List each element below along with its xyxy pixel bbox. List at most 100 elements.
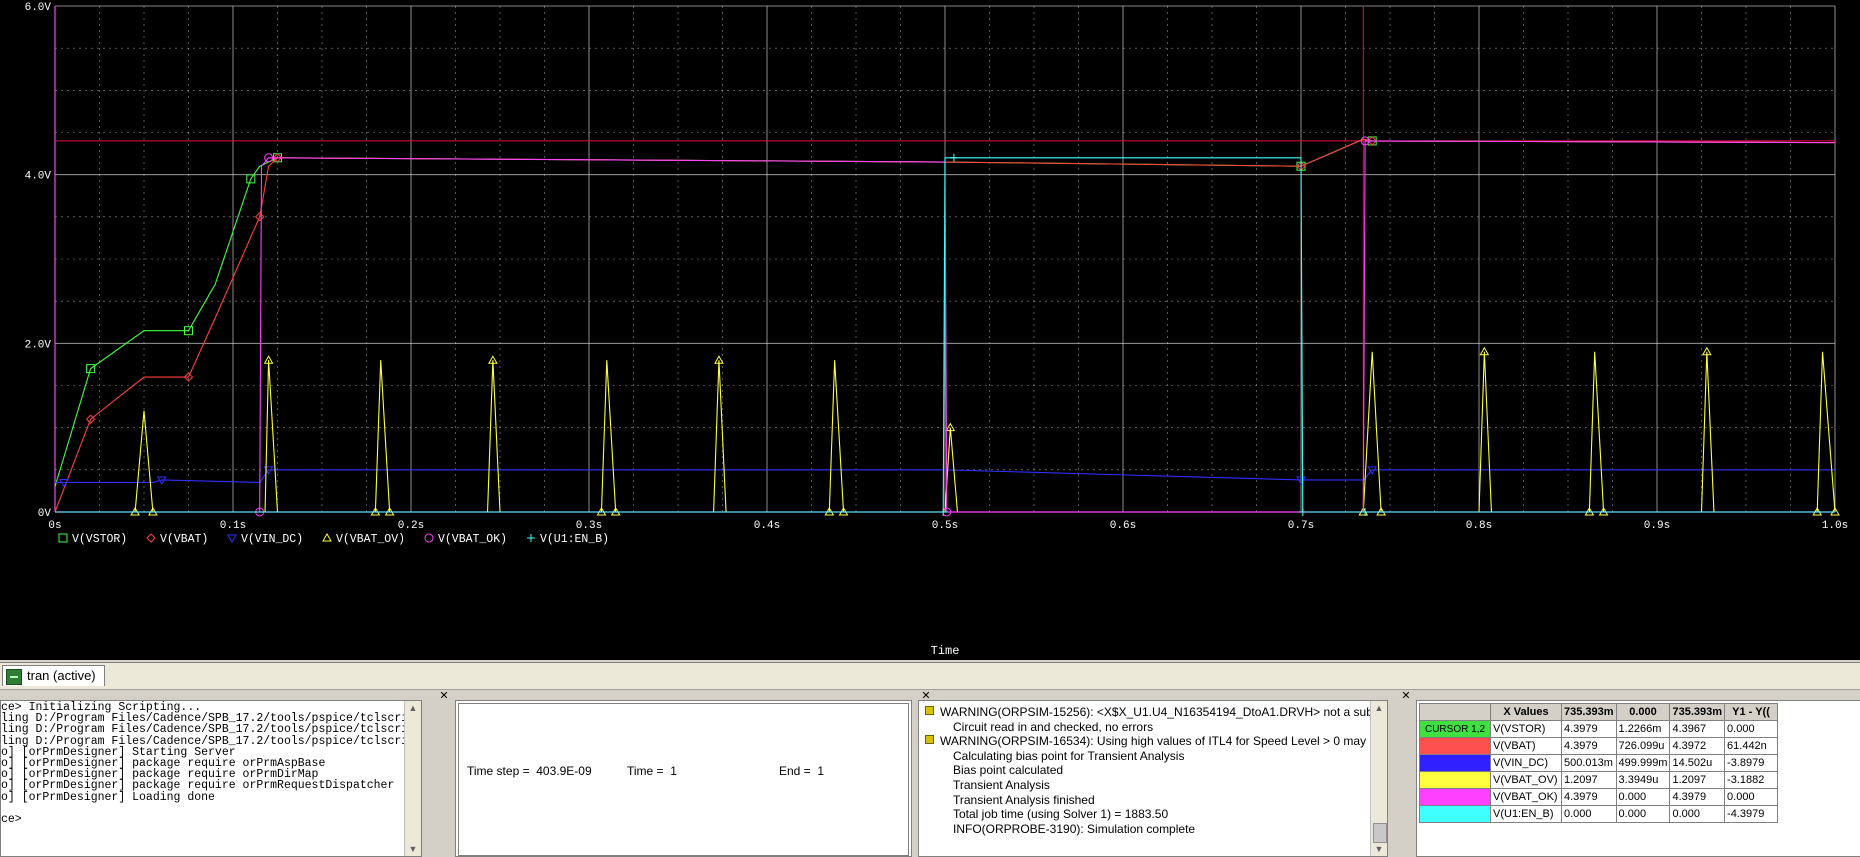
message-item[interactable]: Transient Analysis [953, 778, 1050, 792]
cursor-table-cell: 499.999m [1615, 754, 1671, 772]
data-point-u1_en_b [1298, 508, 1307, 516]
console-output: ce> Initializing Scripting... ling D:/Pro… [1, 702, 409, 826]
console-line: ce> [1, 812, 22, 826]
cursor-table-cell: 1.2266m [1615, 720, 1671, 738]
scroll-up-icon[interactable]: ▲ [1371, 701, 1387, 715]
message-text: Transient Analysis [953, 778, 1050, 792]
data-point-u1_en_b [939, 508, 948, 516]
x-tick-label: 0.5s [932, 520, 958, 532]
cursor-table-cell: V(U1:EN_B) [1490, 805, 1562, 823]
message-item[interactable]: Total job time (using Solver 1) = 1883.5… [953, 807, 1168, 821]
header-cell: 0.000 [1615, 703, 1671, 721]
y-tick-label: 4.0V [25, 171, 52, 183]
waveform-icon [6, 669, 22, 685]
scroll-thumb[interactable] [1373, 823, 1387, 843]
cursor-table-row[interactable]: V(VBAT_OK) 4.3979 0.000 4.3979 0.000 [1419, 788, 1779, 806]
cursor-table-cell: 3.3949u [1615, 771, 1671, 789]
message-item[interactable]: INFO(ORPROBE-3190): Simulation complete [953, 822, 1195, 836]
x-tick-label: 0.4s [754, 520, 780, 532]
cursor-table-cell: 4.3967 [1669, 720, 1726, 738]
cursor-table-row[interactable]: V(VBAT) 4.3979 726.099u 4.3972 61.442n [1419, 737, 1779, 755]
legend-marker-vbat [146, 533, 156, 543]
waveform-plot[interactable]: 6.0V 4.0V 2.0V 0V0s 0.1s 0.2s 0.3s 0.4s 0.5s 0.6s… [0, 0, 1860, 660]
cursor-table-cell: 0.000 [1724, 720, 1779, 738]
message-text: WARNING(ORPSIM-15256): <X$X_U1.U4_N16354… [940, 705, 1388, 719]
cursor-table-cell: 4.3979 [1561, 720, 1617, 738]
header-cell: Y1 - Y(( [1724, 703, 1779, 721]
data-point-u1_en_b [949, 153, 958, 162]
header-cell: X Values [1490, 703, 1562, 721]
cursor-table-cell: 0.000 [1615, 788, 1671, 806]
x-tick-label: 0.6s [1110, 520, 1136, 532]
message-text: INFO(ORPROBE-3190): Simulation complete [953, 821, 1196, 836]
x-axis-title: Time [931, 644, 960, 658]
cursor-table-cell: -4.3979 [1724, 805, 1779, 823]
trace-color-swatch [1419, 771, 1491, 789]
close-cursor-icon[interactable]: ✕ [1400, 690, 1412, 702]
message-item[interactable]: Transient Analysis finished [953, 793, 1095, 807]
close-console-icon[interactable]: ✕ [438, 690, 450, 702]
simulation-status-panel: Time step = 403.9E-09 Time = 1 End = 1 [455, 700, 912, 857]
message-item[interactable]: Bias point calculated [953, 763, 1063, 777]
legend-label: V(VBAT) [160, 533, 208, 546]
legend-label: V(VBAT_OK) [438, 533, 507, 546]
cursor-table-cell: 14.502u [1669, 754, 1726, 772]
messages-scrollbar[interactable]: ▲ ▼ [1370, 701, 1387, 856]
status-frame: Time step = 403.9E-09 Time = 1 End = 1 [458, 703, 909, 856]
legend-label: V(VBAT_OV) [336, 533, 405, 546]
message-item[interactable]: Circuit read in and checked, no errors [953, 720, 1153, 734]
warning-icon [925, 735, 934, 745]
cursor-values-panel[interactable]: X Values 735.393m 0.000 735.393m Y1 - Y(… [1416, 700, 1860, 857]
x-tick-label: 0.8s [1466, 520, 1492, 532]
cursor-table-cell: 726.099u [1615, 737, 1671, 755]
cursor-table-cell: 500.013m [1561, 754, 1617, 772]
cursor-table-row[interactable]: V(VIN_DC) 500.013m 499.999m 14.502u -3.8979 [1419, 754, 1779, 772]
cursor-table-cell: 1.2097 [1561, 771, 1617, 789]
trace-color-swatch [1419, 805, 1491, 823]
cursor-table-cell: V(VBAT_OK) [1490, 788, 1562, 806]
plot-tab-bar: tran (active) [0, 662, 1860, 690]
message-text: Circuit read in and checked, no errors [953, 719, 1154, 734]
scroll-up-icon[interactable]: ▲ [405, 701, 421, 715]
x-tick-label: 0.7s [1288, 520, 1314, 532]
probe-plot-window[interactable]: 6.0V 4.0V 2.0V 0V 0s 0.1s 0.2s 0.3s 0.4s 0.5s 0.6s… [0, 0, 1860, 660]
cursor-table-cell: 1.2097 [1669, 771, 1726, 789]
x-tick-label: 1.0s [1822, 520, 1848, 532]
command-console[interactable]: ce> Initializing Scripting... ling D:/Pro… [0, 700, 422, 857]
cursor-table-cell: V(VBAT) [1490, 737, 1562, 755]
x-tick-label: 0.1s [220, 520, 246, 532]
console-scrollbar[interactable]: ▲ ▼ [404, 701, 421, 856]
message-log[interactable]: WARNING(ORPSIM-15256): <X$X_U1.U4_N16354… [918, 700, 1388, 857]
legend-marker-u1_en_b [527, 534, 535, 542]
x-tick-label: 0.3s [576, 520, 602, 532]
scroll-down-icon[interactable]: ▼ [405, 842, 421, 856]
trace-color-swatch: CURSOR 1,2 [1419, 720, 1491, 738]
message-text: Transient Analysis finished [953, 792, 1095, 807]
x-tick-label: 0s [48, 520, 61, 532]
legend-label: V(U1:EN_B) [540, 533, 609, 546]
cursor-table-cell: 0.000 [1724, 788, 1779, 806]
time-step-readout: Time step = 403.9E-09 [467, 764, 592, 778]
end-readout: End = 1 [779, 764, 825, 778]
message-item[interactable]: WARNING(ORPSIM-15256): <X$X_U1.U4_N16354… [925, 705, 1388, 719]
cursor-table-row[interactable]: V(VBAT_OV) 1.2097 3.3949u 1.2097 -3.1882 [1419, 771, 1779, 789]
cursor-values-table: X Values 735.393m 0.000 735.393m Y1 - Y(… [1419, 703, 1779, 823]
cursor-table-cell: 4.3979 [1561, 788, 1617, 806]
trace-color-swatch [1419, 754, 1491, 772]
message-text: Bias point calculated [953, 763, 1064, 778]
legend-label: V(VSTOR) [72, 533, 127, 546]
cursor-table-row[interactable]: CURSOR 1,2 V(VSTOR) 4.3979 1.2266m 4.3967 0.0… [1419, 720, 1779, 738]
scroll-down-icon[interactable]: ▼ [1371, 842, 1387, 856]
console-line: ling D:/Program Files/Cadence/SPB_17.2/t… [1, 723, 409, 737]
message-item[interactable]: WARNING(ORPSIM-16534): Using high values… [925, 734, 1387, 748]
legend-marker-vstor [58, 533, 68, 543]
tab-tran-active[interactable]: tran (active) [2, 665, 105, 686]
cursor-table-header: X Values 735.393m 0.000 735.393m Y1 - Y(… [1419, 703, 1779, 721]
legend-marker-vbat_ok [424, 533, 434, 543]
message-text: Calculating bias point for Transient Ana… [953, 748, 1185, 763]
cursor-table-row[interactable]: V(U1:EN_B) 0.000 0.000 0.000 -4.3979 [1419, 805, 1779, 823]
y-tick-label: 0V [38, 508, 52, 520]
header-cell: 735.393m [1561, 703, 1617, 721]
message-item[interactable]: Calculating bias point for Transient Ana… [953, 749, 1184, 763]
